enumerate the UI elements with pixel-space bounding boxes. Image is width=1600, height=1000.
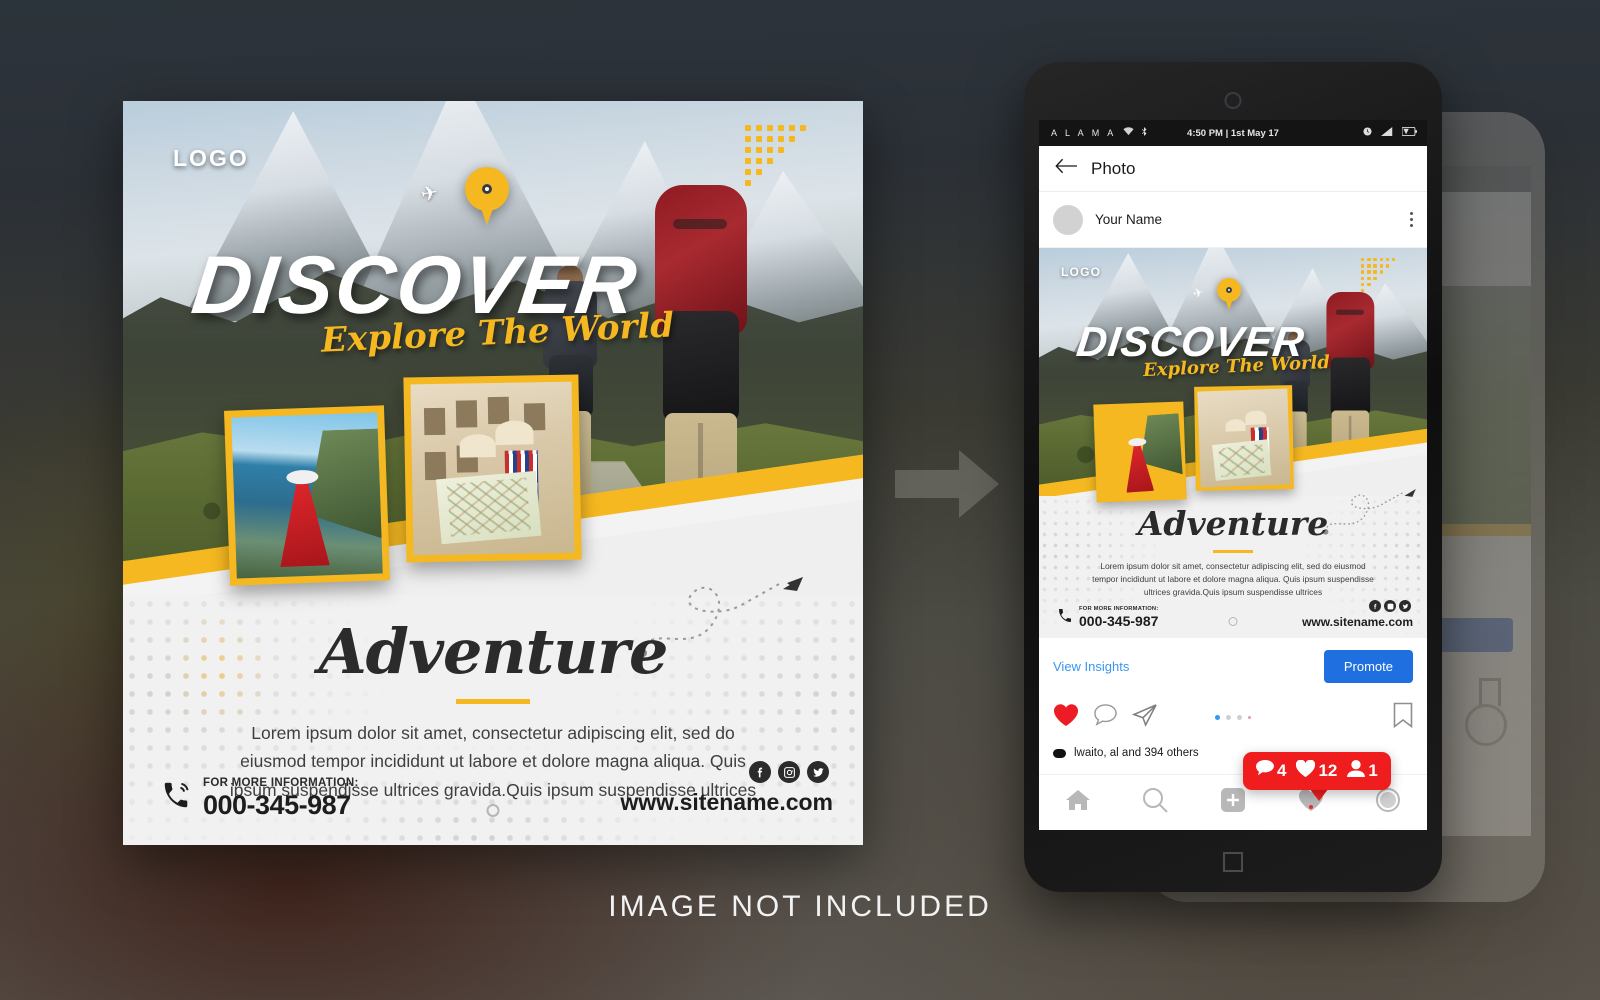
comment-icon <box>1256 760 1274 782</box>
poster-logo: LOGO <box>1061 265 1102 279</box>
right-arrow-icon <box>895 448 999 520</box>
yellow-dot-pattern <box>745 125 819 199</box>
bluetooth-icon <box>1141 126 1148 140</box>
promote-button[interactable]: Promote <box>1323 649 1413 683</box>
comment-count: 4 <box>1277 761 1287 780</box>
notification-badge: 4 12 1 <box>1243 752 1391 790</box>
phone-ring-icon <box>1057 608 1073 629</box>
image-not-included-caption: IMAGE NOT INCLUDED <box>608 890 992 923</box>
liker-avatar <box>1053 748 1066 758</box>
post-user-row: Your Name <box>1039 192 1427 248</box>
twitter-icon[interactable] <box>807 761 829 783</box>
send-icon[interactable] <box>1131 703 1158 732</box>
app-header: Photo <box>1039 146 1427 192</box>
poster-body-text: Lorem ipsum dolor sit amet, consectetur … <box>1092 561 1374 598</box>
thumbnail-photo <box>223 405 391 586</box>
avatar[interactable] <box>1053 204 1083 235</box>
signal-icon <box>1381 127 1393 139</box>
comment-icon[interactable] <box>1093 703 1118 732</box>
like-count: 12 <box>1318 761 1338 780</box>
instagram-icon[interactable] <box>1384 600 1396 612</box>
post-image[interactable]: LOGO ✈ DISCOVER Explore The World Advent… <box>1039 248 1427 638</box>
social-media-poster: LOGO ✈ DISCOVER Explore The World Advent… <box>123 101 863 845</box>
poster-footer: FOR MORE INFORMATION: 000-345-987 www.si… <box>123 761 863 827</box>
twitter-icon[interactable] <box>1399 600 1411 612</box>
social-icons <box>1369 600 1411 612</box>
carousel-pager <box>1215 714 1251 720</box>
back-arrow-icon[interactable] <box>1055 158 1077 179</box>
follower-count: 1 <box>1368 761 1378 780</box>
post-action-row <box>1039 694 1427 740</box>
wifi-icon <box>1123 127 1134 139</box>
contact-label: FOR MORE INFORMATION: <box>203 777 359 789</box>
bookmark-icon[interactable] <box>1393 702 1413 733</box>
contact-label: FOR MORE INFORMATION: <box>1079 606 1159 612</box>
website-url: www.sitename.com <box>620 789 833 815</box>
thumbnail-photo <box>1194 385 1294 491</box>
facebook-icon[interactable] <box>749 761 771 783</box>
status-time: 4:50 PM | 1st May 17 <box>1187 127 1279 139</box>
phone-ring-icon <box>161 781 195 815</box>
username-label: Your Name <box>1095 212 1163 227</box>
person-icon <box>1347 760 1366 782</box>
profile-icon[interactable] <box>1375 787 1401 818</box>
insights-row: View Insights Promote <box>1039 638 1427 694</box>
instagram-icon[interactable] <box>778 761 800 783</box>
carrier-label: A L A M A <box>1051 128 1117 138</box>
likes-text[interactable]: lwaito, al and 394 others <box>1074 747 1199 759</box>
android-recents-button[interactable] <box>1223 852 1243 872</box>
view-insights-link[interactable]: View Insights <box>1053 659 1129 674</box>
search-icon[interactable] <box>1142 787 1169 818</box>
section-title: Adventure <box>1137 504 1329 543</box>
website-url: www.sitename.com <box>1302 615 1413 629</box>
thumbnail-photo <box>1093 401 1187 503</box>
contact-phone: 000-345-987 <box>203 790 351 820</box>
alarm-icon <box>1363 127 1372 139</box>
title-underline <box>456 699 530 704</box>
kebab-menu-icon[interactable] <box>1410 212 1413 227</box>
earpiece-speaker <box>1224 92 1242 109</box>
section-title: Adventure <box>318 615 669 688</box>
location-pin-icon <box>465 167 509 227</box>
phone-screen: A L A M A 4:50 PM | 1st May 17 Photo You… <box>1039 120 1427 830</box>
add-icon[interactable] <box>1220 787 1246 818</box>
status-bar: A L A M A 4:50 PM | 1st May 17 <box>1039 120 1427 146</box>
facebook-icon[interactable] <box>1369 600 1381 612</box>
yellow-dot-pattern <box>1361 258 1403 300</box>
poster-logo: LOGO <box>173 145 249 171</box>
heart-filled-icon <box>1296 759 1316 782</box>
social-icons <box>749 761 829 783</box>
home-icon[interactable] <box>1065 788 1091 817</box>
contact-phone: 000-345-987 <box>1079 613 1159 629</box>
location-pin-icon <box>1217 278 1241 311</box>
thumbnail-photo <box>403 374 582 563</box>
page-title: Photo <box>1091 158 1136 178</box>
heart-filled-icon[interactable] <box>1053 703 1079 732</box>
battery-icon <box>1401 126 1417 139</box>
